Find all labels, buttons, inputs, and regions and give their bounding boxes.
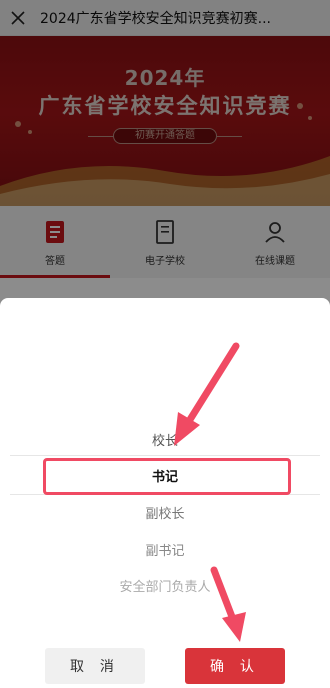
modal-overlay[interactable] <box>0 0 330 312</box>
picker-option[interactable]: 安全部门负责人 <box>0 576 330 595</box>
selection-highlight <box>43 458 291 495</box>
picker-option[interactable]: 副校长 <box>0 503 330 522</box>
picker-option[interactable]: 副书记 <box>0 540 330 559</box>
selection-line <box>10 455 320 456</box>
cancel-button[interactable]: 取 消 <box>45 648 145 684</box>
picker-option[interactable]: 校长 <box>0 430 330 449</box>
confirm-button[interactable]: 确 认 <box>185 648 285 684</box>
